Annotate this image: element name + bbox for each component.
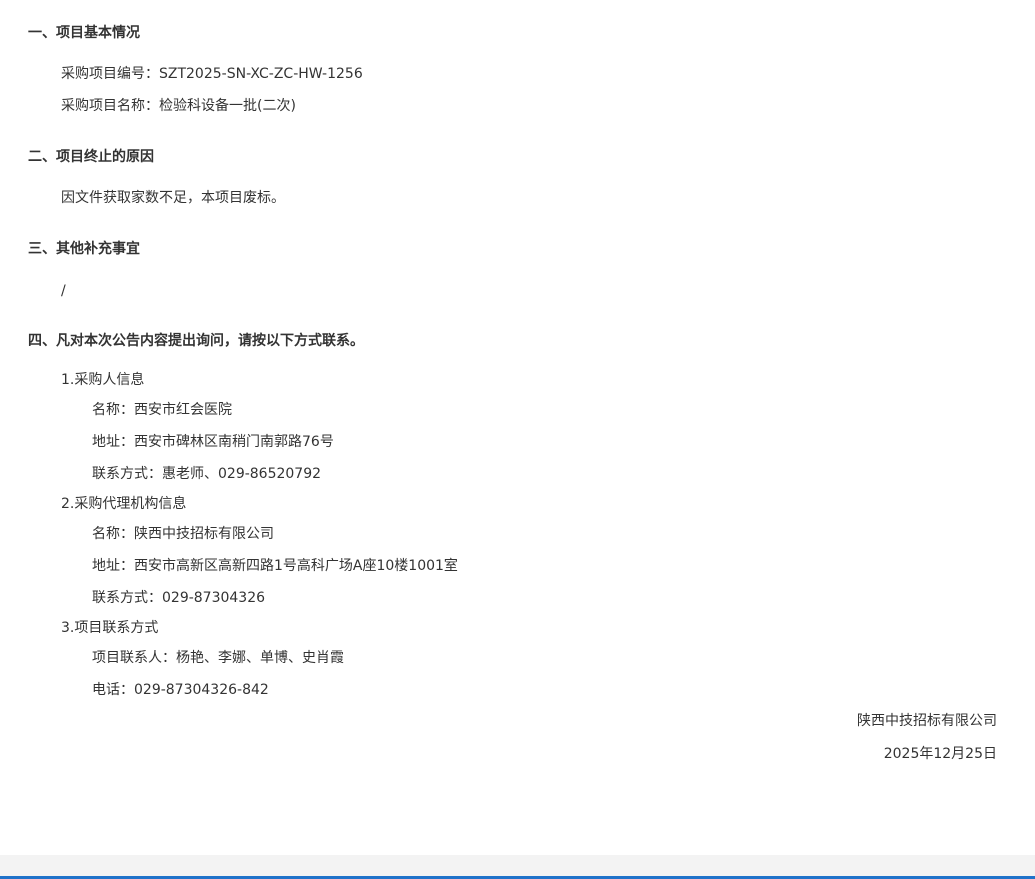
section-heading-termination-reason: 二、项目终止的原因	[28, 149, 154, 165]
agency-name: 名称：陕西中技招标有限公司	[92, 526, 274, 542]
section-heading-basic-info: 一、项目基本情况	[28, 25, 140, 41]
project-name-label: 采购项目名称：	[61, 98, 159, 114]
footer-band	[0, 855, 1035, 876]
project-contact-title: 3.项目联系方式	[61, 620, 159, 636]
purchaser-contact: 联系方式：惠老师、029-86520792	[92, 466, 322, 482]
purchaser-info-title: 1.采购人信息	[61, 372, 145, 388]
purchaser-address: 地址：西安市碑林区南稍门南郭路76号	[92, 434, 334, 450]
termination-reason-text: 因文件获取家数不足，本项目废标。	[61, 190, 285, 206]
signature-company: 陕西中技招标有限公司	[857, 713, 997, 729]
project-contact-phone: 电话：029-87304326-842	[92, 682, 269, 698]
section-heading-other-matters: 三、其他补充事宜	[28, 241, 140, 257]
project-name-value: 检验科设备一批(二次)	[159, 98, 296, 114]
project-contact-persons: 项目联系人：杨艳、李娜、单博、史肖霞	[92, 650, 344, 666]
project-name-row: 采购项目名称：检验科设备一批(二次)	[61, 96, 296, 116]
project-number-value: SZT2025-SN-XC-ZC-HW-1256	[159, 66, 363, 82]
project-number-row: 采购项目编号：SZT2025-SN-XC-ZC-HW-1256	[61, 64, 363, 84]
announcement-document: 一、项目基本情况 采购项目编号：SZT2025-SN-XC-ZC-HW-1256…	[0, 0, 1035, 855]
agency-contact: 联系方式：029-87304326	[92, 590, 266, 606]
other-matters-text: /	[61, 283, 66, 299]
agency-address: 地址：西安市高新区高新四路1号高科广场A座10楼1001室	[92, 558, 458, 574]
project-number-label: 采购项目编号：	[61, 66, 159, 82]
purchaser-name: 名称：西安市红会医院	[92, 402, 232, 418]
signature-date: 2025年12月25日	[883, 746, 997, 762]
agency-info-title: 2.采购代理机构信息	[61, 496, 187, 512]
section-heading-contact: 四、凡对本次公告内容提出询问，请按以下方式联系。	[28, 333, 364, 349]
